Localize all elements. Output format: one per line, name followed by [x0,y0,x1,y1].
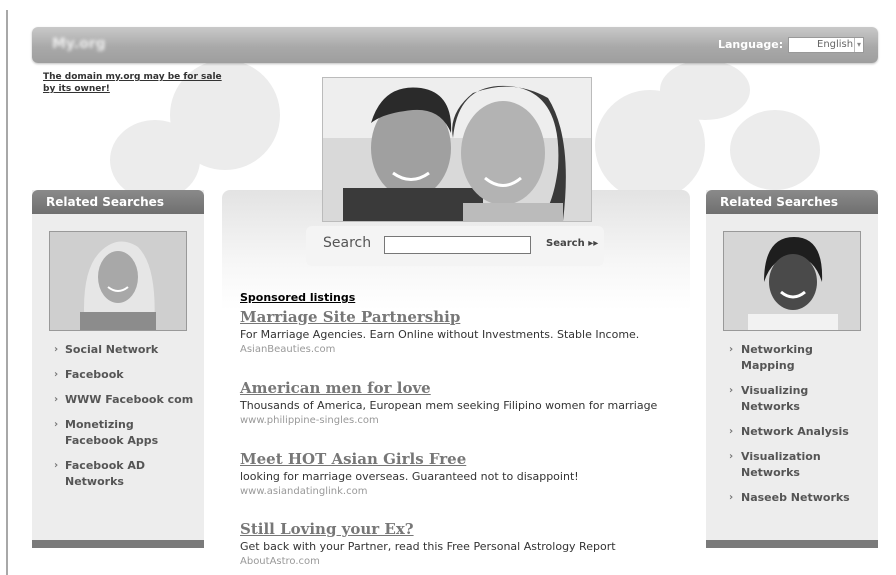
related-search-item[interactable]: › Social Network [32,342,204,358]
listing-description: looking for marriage overseas. Guarantee… [240,470,579,483]
search-button[interactable]: Search ▸▸ [546,238,598,249]
page: My.org Language: English ▾ The domain my… [0,0,896,575]
background-flower-decoration [595,90,705,200]
listing-description: Thousands of America, European mem seeki… [240,399,658,412]
bullet-icon: › [729,492,734,503]
related-search-item[interactable]: › Naseeb Networks [706,490,878,506]
listing-description: For Marriage Agencies. Earn Online witho… [240,328,640,341]
chevron-down-icon: ▾ [853,38,861,52]
language-label: Language: [718,38,784,51]
woman-photo-illustration [50,232,186,330]
bullet-icon: › [54,460,59,471]
listing-url[interactable]: AboutAstro.com [240,555,680,569]
sponsored-listing: Marriage Site Partnership For Marriage A… [240,308,680,357]
listing-title-link[interactable]: Still Loving your Ex? [240,520,680,538]
bullet-icon: › [54,419,59,430]
sponsored-listings-heading: Sponsored listings [240,291,356,304]
listing-title-link[interactable]: Marriage Site Partnership [240,308,680,326]
related-search-item[interactable]: › Facebook AD Networks [32,458,204,490]
bullet-icon: › [729,451,734,462]
related-search-label: Naseeb Networks [741,491,850,504]
related-search-label: Facebook AD Networks [65,459,146,488]
search-box: Search Search ▸▸ [306,226,604,266]
related-search-item[interactable]: › Networking Mapping [706,342,878,374]
related-search-item[interactable]: › Facebook [32,367,204,383]
listing-title-link[interactable]: American men for love [240,379,680,397]
listing-title-link[interactable]: Meet HOT Asian Girls Free [240,450,680,468]
bullet-icon: › [54,344,59,355]
blonde-woman-photo [49,231,187,331]
sponsored-listing: Meet HOT Asian Girls Free looking for ma… [240,450,680,499]
related-search-label: Networking Mapping [741,343,813,372]
related-search-item[interactable]: › Monetizing Facebook Apps [32,417,204,449]
site-name[interactable]: My.org [52,36,106,52]
language-select[interactable]: English ▾ [788,37,864,53]
left-related-searches-list: › Social Network › Facebook › WWW Facebook … [32,342,204,499]
woman-photo-illustration [724,232,860,330]
left-sidebar-title: Related Searches [32,190,204,214]
background-flower-decoration [730,110,820,190]
left-sidebar: Related Searches › Social Network › Facebo… [32,190,204,548]
related-search-label: Visualizing Networks [741,384,809,413]
right-sidebar-title: Related Searches [706,190,878,214]
related-search-item[interactable]: › Network Analysis [706,424,878,440]
sponsored-listing: American men for love Thousands of Ameri… [240,379,680,428]
right-sidebar-footer-bar [706,540,878,548]
header-bar: My.org Language: English ▾ [32,27,878,63]
smiling-woman-photo [723,231,861,331]
related-search-label: Network Analysis [741,425,849,438]
hero-couple-photo [322,77,592,222]
listing-description: Get back with your Partner, read this Fr… [240,540,616,553]
background-flower-decoration [110,120,200,200]
related-search-label: WWW Facebook com [65,393,194,406]
bullet-icon: › [729,344,734,355]
couple-photo-illustration [323,78,591,221]
bullet-icon: › [54,369,59,380]
right-sidebar: Related Searches › Networking Mapping › Vi… [706,190,878,548]
window-edge [6,10,8,575]
search-input[interactable] [384,236,531,254]
listing-url[interactable]: AsianBeauties.com [240,343,680,357]
domain-for-sale-link[interactable]: The domain my.org may be for sale by its… [43,71,233,95]
search-label: Search [323,235,372,251]
related-search-item[interactable]: › Visualization Networks [706,449,878,481]
related-search-item[interactable]: › Visualizing Networks [706,383,878,415]
related-search-label: Visualization Networks [741,450,821,479]
sponsored-listing: Still Loving your Ex? Get back with your… [240,520,680,569]
listing-url[interactable]: www.philippine-singles.com [240,414,680,428]
bullet-icon: › [729,385,734,396]
related-search-label: Social Network [65,343,159,356]
listing-url[interactable]: www.asiandatinglink.com [240,485,680,499]
left-sidebar-footer-bar [32,540,204,548]
bullet-icon: › [729,426,734,437]
language-select-value: English [817,39,854,50]
related-search-item[interactable]: › WWW Facebook com [32,392,204,408]
related-search-label: Facebook [65,368,124,381]
right-related-searches-list: › Networking Mapping › Visualizing Network… [706,342,878,515]
related-search-label: Monetizing Facebook Apps [65,418,159,447]
bullet-icon: › [54,394,59,405]
